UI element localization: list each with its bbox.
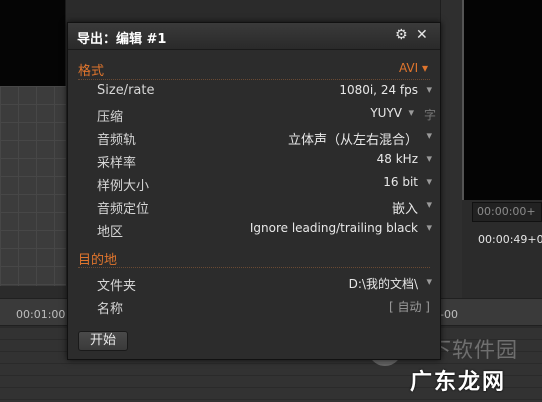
region-value: Ignore leading/trailing black: [249, 221, 418, 235]
panel-divider: [440, 0, 462, 300]
chevron-down-icon[interactable]: ▾: [408, 106, 414, 119]
dialog-title-bar[interactable]: 导出：编辑 #1 ⚙ ✕: [68, 23, 440, 50]
format-section-label: 格式: [78, 64, 105, 79]
chevron-down-icon[interactable]: ▾: [426, 83, 432, 96]
audio-position-value: 嵌入: [391, 202, 418, 217]
section-divider: [78, 267, 430, 268]
watermark-text-2: 广东龙网: [410, 370, 507, 395]
sample-rate-value: 48 kHz: [376, 152, 418, 166]
row-label: Size/rate: [97, 83, 155, 98]
format-value: AVI: [398, 61, 419, 75]
ruler-label-right: -00: [440, 308, 458, 321]
ruler-label-left: 00:01:00: [16, 308, 66, 321]
row-compression[interactable]: 压缩 YUYV ▾ 字: [78, 102, 436, 125]
row-label: 音频定位: [97, 202, 150, 217]
name-value[interactable]: [ 自动 ]: [389, 298, 430, 315]
chevron-down-icon: ▾: [421, 61, 428, 75]
row-sample-size[interactable]: 样例大小 16 bit ▾: [78, 171, 432, 194]
row-label: 音频轨: [97, 133, 137, 148]
compression-value: YUYV: [370, 106, 402, 120]
gears-icon[interactable]: ⚙: [395, 27, 408, 43]
row-label: 压缩: [97, 110, 124, 125]
timecode-display: 00:00:49+0: [478, 233, 542, 246]
source-viewer-dark: [0, 0, 66, 86]
compression-settings-icon[interactable]: 字: [424, 106, 436, 123]
format-dropdown[interactable]: AVI ▾: [399, 61, 428, 75]
chevron-down-icon[interactable]: ▾: [426, 152, 432, 165]
row-label: 名称: [97, 302, 124, 317]
record-viewer: [462, 0, 542, 200]
row-name[interactable]: 名称 [ 自动 ]: [78, 294, 432, 317]
destination-section-label: 目的地: [78, 253, 118, 268]
row-label: 采样率: [97, 156, 137, 171]
left-panel-grid: [0, 86, 66, 286]
start-button[interactable]: 开始: [78, 331, 128, 351]
chevron-down-icon[interactable]: ▾: [426, 129, 432, 142]
audio-track-value: 立体声（从左右混合）: [287, 133, 418, 148]
timecode-field[interactable]: 00:00:00+: [472, 202, 542, 222]
sample-size-value: 16 bit: [383, 175, 418, 189]
chevron-down-icon[interactable]: ▾: [426, 221, 432, 234]
row-region[interactable]: 地区 Ignore leading/trailing black ▾: [78, 217, 432, 240]
chevron-down-icon[interactable]: ▾: [426, 275, 432, 288]
chevron-down-icon[interactable]: ▾: [426, 175, 432, 188]
row-label: 文件夹: [97, 279, 137, 294]
row-folder[interactable]: 文件夹 D:\我的文档\ ▾: [78, 271, 432, 294]
export-dialog: 导出：编辑 #1 ⚙ ✕ 格式 AVI ▾ Size/rate 1080i, 2…: [67, 22, 441, 360]
size-rate-value: 1080i, 24 fps: [339, 83, 418, 97]
folder-value: D:\我的文档\: [348, 277, 418, 291]
close-icon[interactable]: ✕: [416, 27, 428, 43]
dialog-title: 导出：编辑 #1: [77, 32, 167, 47]
row-audio-position[interactable]: 音频定位 嵌入 ▾: [78, 194, 432, 217]
row-size-rate[interactable]: Size/rate 1080i, 24 fps ▾: [78, 79, 432, 102]
row-audio-track[interactable]: 音频轨 立体声（从左右混合） ▾: [78, 125, 432, 148]
row-label: 样例大小: [97, 179, 150, 194]
chevron-down-icon[interactable]: ▾: [426, 198, 432, 211]
row-sample-rate[interactable]: 采样率 48 kHz ▾: [78, 148, 432, 171]
row-label: 地区: [97, 225, 124, 240]
